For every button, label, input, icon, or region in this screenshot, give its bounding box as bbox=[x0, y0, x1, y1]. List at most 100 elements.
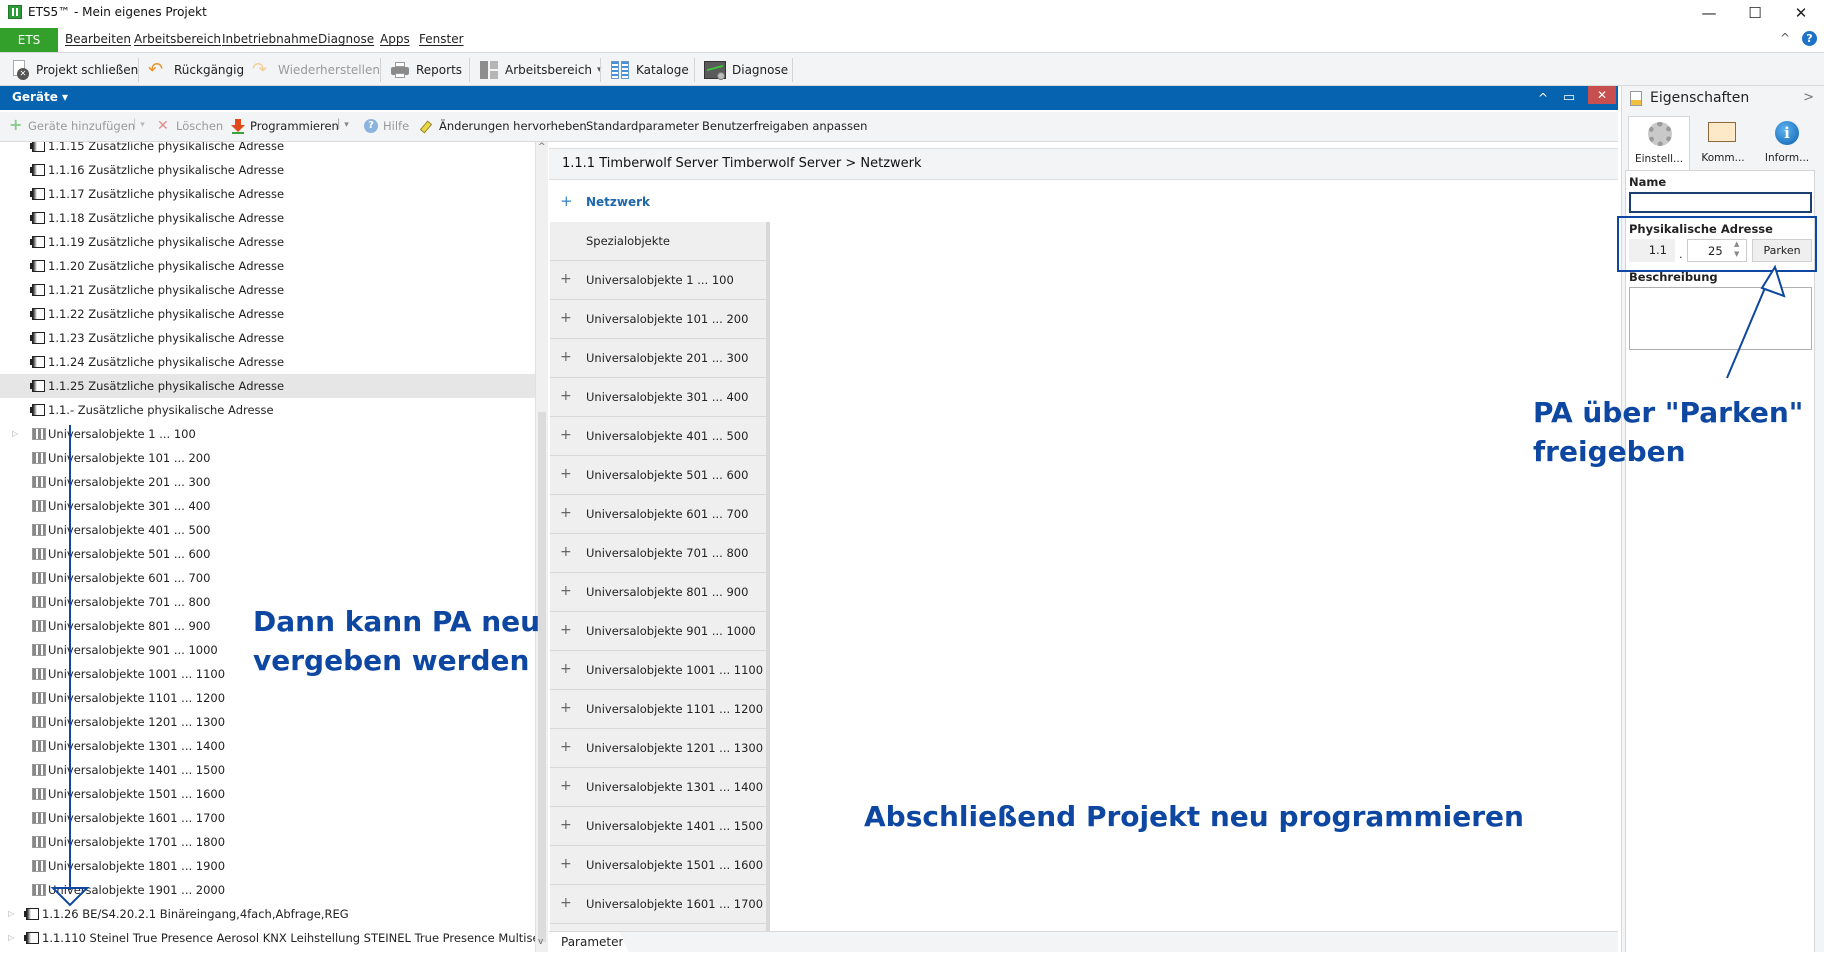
parameter-page-item[interactable]: + Universalobjekte 101 ... 200 bbox=[550, 300, 766, 339]
add-devices-dropdown-icon[interactable]: │ ▾ bbox=[132, 120, 145, 130]
tree-group-row[interactable]: Universalobjekte 301 ... 400 bbox=[0, 494, 535, 518]
parameter-page-item[interactable]: + Universalobjekte 401 ... 500 bbox=[550, 417, 766, 456]
tree-device-row[interactable]: 1.1.- Zusätzliche physikalische Adresse bbox=[0, 398, 535, 422]
panel-close-button[interactable]: ✕ bbox=[1588, 86, 1616, 104]
tree-group-row[interactable]: Universalobjekte 401 ... 500 bbox=[0, 518, 535, 542]
expand-icon[interactable]: + bbox=[560, 895, 572, 911]
tree-device-row[interactable]: ▷ 1.1.26 BE/S4.20.2.1 Binäreingang,4fach,… bbox=[0, 902, 535, 926]
parameter-page-item[interactable]: Spezialobjekte bbox=[550, 222, 766, 261]
redo-button[interactable]: ↷ Wiederherstellen bbox=[252, 58, 380, 82]
parameter-page-item[interactable]: + Universalobjekte 1201 ... 1300 bbox=[550, 729, 766, 768]
devices-panel-title[interactable]: Geräte ▾ bbox=[12, 90, 68, 104]
tab-parameter[interactable]: Parameter bbox=[549, 932, 629, 953]
expand-icon[interactable]: + bbox=[560, 622, 572, 638]
tab-settings[interactable]: Einstell... bbox=[1628, 116, 1690, 171]
expand-icon[interactable]: + bbox=[560, 544, 572, 560]
scroll-up-icon[interactable]: ^ bbox=[538, 142, 546, 152]
menu-arbeitsbereich[interactable]: Arbeitsbereich bbox=[134, 32, 221, 46]
highlight-changes-button[interactable]: Änderungen hervorheben bbox=[419, 119, 587, 134]
user-permissions-button[interactable]: Benutzerfreigaben anpassen bbox=[702, 119, 867, 133]
delete-button[interactable]: ✕ Löschen bbox=[157, 119, 223, 133]
parameter-page-item[interactable]: + Universalobjekte 701 ... 800 bbox=[550, 534, 766, 573]
properties-expand-icon[interactable]: > bbox=[1803, 90, 1814, 105]
expand-icon[interactable]: + bbox=[560, 817, 572, 833]
parameter-page-item[interactable]: + Universalobjekte 1601 ... 1700 bbox=[550, 885, 766, 924]
expand-icon[interactable]: + bbox=[560, 427, 572, 443]
expand-icon[interactable]: + bbox=[560, 778, 572, 794]
tree-group-row[interactable]: Universalobjekte 201 ... 300 bbox=[0, 470, 535, 494]
diagnostics-button[interactable]: Diagnose bbox=[704, 58, 788, 82]
tree-group-row[interactable]: Universalobjekte 1701 ... 1800 bbox=[0, 830, 535, 854]
tree-group-row[interactable]: Universalobjekte 1501 ... 1600 bbox=[0, 782, 535, 806]
expand-icon[interactable]: + bbox=[560, 466, 572, 482]
program-dropdown-icon[interactable]: │ ▾ bbox=[336, 120, 349, 130]
maximize-button[interactable]: ☐ bbox=[1732, 0, 1778, 26]
tree-device-row[interactable]: 1.1.20 Zusätzliche physikalische Adresse bbox=[0, 254, 535, 278]
add-devices-button[interactable]: + Geräte hinzufügen bbox=[9, 117, 135, 134]
expand-icon[interactable]: + bbox=[560, 271, 572, 287]
parameter-page-item[interactable]: + Universalobjekte 1 ... 100 bbox=[550, 261, 766, 300]
help-button[interactable]: ? Hilfe bbox=[364, 119, 409, 133]
parameter-page-item[interactable]: + Universalobjekte 801 ... 900 bbox=[550, 573, 766, 612]
expand-triangle-icon[interactable]: ▷ bbox=[8, 926, 14, 950]
expand-icon[interactable]: + bbox=[560, 583, 572, 599]
tree-group-row[interactable]: Universalobjekte 1101 ... 1200 bbox=[0, 686, 535, 710]
parameter-page-item[interactable]: + Universalobjekte 1001 ... 1100 bbox=[550, 651, 766, 690]
tab-information[interactable]: i Inform... bbox=[1756, 116, 1818, 171]
panel-maximize-button[interactable]: ▭ bbox=[1556, 86, 1582, 110]
expand-icon[interactable]: + bbox=[560, 739, 572, 755]
expand-icon[interactable]: + bbox=[560, 388, 572, 404]
menu-inbetriebnahme[interactable]: Inbetriebnahme bbox=[222, 32, 318, 46]
tree-group-row[interactable]: Universalobjekte 1401 ... 1500 bbox=[0, 758, 535, 782]
expand-icon[interactable]: + bbox=[560, 700, 572, 716]
tree-device-row[interactable]: 1.1.19 Zusätzliche physikalische Adresse bbox=[0, 230, 535, 254]
tree-device-row[interactable]: 1.1.23 Zusätzliche physikalische Adresse bbox=[0, 326, 535, 350]
minimize-button[interactable]: — bbox=[1686, 0, 1732, 26]
parameter-page-item[interactable]: + Universalobjekte 1301 ... 1400 bbox=[550, 768, 766, 807]
expand-icon[interactable]: + bbox=[560, 661, 572, 677]
parameter-page-item[interactable]: + Universalobjekte 1101 ... 1200 bbox=[550, 690, 766, 729]
parameter-page-item[interactable]: + Universalobjekte 1401 ... 1500 bbox=[550, 807, 766, 846]
menu-ets[interactable]: ETS bbox=[0, 28, 58, 52]
tree-device-row[interactable]: ▷ 1.1.110 Steinel True Presence Aerosol K… bbox=[0, 926, 535, 950]
undo-button[interactable]: ↶ Rückgängig bbox=[148, 58, 244, 82]
tree-device-row[interactable]: 1.1.21 Zusätzliche physikalische Adresse bbox=[0, 278, 535, 302]
tree-device-row[interactable]: 1.1.15 Zusätzliche physikalische Adresse bbox=[0, 142, 535, 158]
section-netzwerk[interactable]: + Netzwerk bbox=[549, 182, 1618, 222]
description-input[interactable] bbox=[1629, 287, 1812, 350]
tree-device-row[interactable]: 1.1.25 Zusätzliche physikalische Adresse bbox=[0, 374, 535, 398]
tree-group-row[interactable]: Universalobjekte 1301 ... 1400 bbox=[0, 734, 535, 758]
expand-icon[interactable]: + bbox=[560, 310, 572, 326]
tree-device-row[interactable]: 1.1.24 Zusätzliche physikalische Adresse bbox=[0, 350, 535, 374]
name-input[interactable] bbox=[1629, 192, 1812, 213]
parameter-page-item[interactable]: + Universalobjekte 201 ... 300 bbox=[550, 339, 766, 378]
panel-collapse-button[interactable]: ^ bbox=[1530, 86, 1556, 110]
tree-group-row[interactable]: Universalobjekte 501 ... 600 bbox=[0, 542, 535, 566]
expand-triangle-icon[interactable]: ▷ bbox=[12, 422, 18, 446]
catalogs-button[interactable]: Kataloge bbox=[610, 58, 689, 82]
tree-device-row[interactable]: 1.1.22 Zusätzliche physikalische Adresse bbox=[0, 302, 535, 326]
menu-apps[interactable]: Apps bbox=[380, 32, 410, 46]
workspace-button[interactable]: Arbeitsbereich ▾ bbox=[479, 58, 602, 82]
parameter-page-item[interactable]: + Universalobjekte 901 ... 1000 bbox=[550, 612, 766, 651]
close-window-button[interactable]: ✕ bbox=[1778, 0, 1824, 26]
tree-device-row[interactable]: 1.1.18 Zusätzliche physikalische Adresse bbox=[0, 206, 535, 230]
help-icon[interactable]: ? bbox=[1802, 31, 1817, 46]
expand-triangle-icon[interactable]: ▷ bbox=[8, 902, 14, 926]
expand-icon[interactable]: + bbox=[560, 349, 572, 365]
tab-comments[interactable]: Komm... bbox=[1692, 116, 1754, 171]
tree-group-row[interactable]: Universalobjekte 1601 ... 1700 bbox=[0, 806, 535, 830]
tree-group-row[interactable]: Universalobjekte 101 ... 200 bbox=[0, 446, 535, 470]
program-button[interactable]: Programmieren bbox=[231, 119, 339, 134]
expand-icon[interactable]: + bbox=[560, 192, 573, 210]
tree-device-row[interactable]: 1.1.16 Zusätzliche physikalische Adresse bbox=[0, 158, 535, 182]
expand-icon[interactable]: + bbox=[560, 505, 572, 521]
menu-bearbeiten[interactable]: Bearbeiten bbox=[65, 32, 131, 46]
collapse-ribbon-icon[interactable]: ^ bbox=[1780, 31, 1790, 45]
tree-device-row[interactable]: 1.1.17 Zusätzliche physikalische Adresse bbox=[0, 182, 535, 206]
close-project-button[interactable]: ✕ Projekt schließen bbox=[10, 58, 138, 82]
expand-icon[interactable]: + bbox=[560, 856, 572, 872]
reports-button[interactable]: Reports bbox=[390, 58, 462, 82]
parameter-page-item[interactable]: + Universalobjekte 301 ... 400 bbox=[550, 378, 766, 417]
default-parameters-button[interactable]: Standardparameter bbox=[586, 119, 699, 133]
